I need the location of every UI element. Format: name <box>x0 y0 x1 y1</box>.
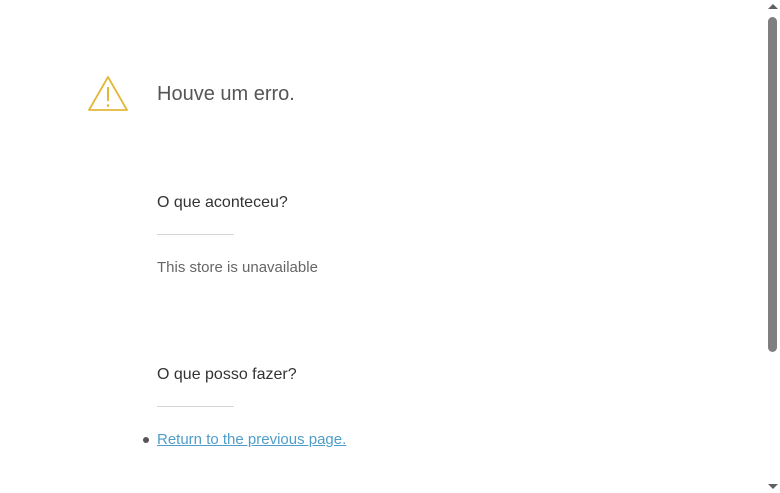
scroll-thumb[interactable] <box>768 17 777 352</box>
action-list: Return to the previous page. <box>141 431 346 449</box>
scroll-down-arrow-icon[interactable] <box>768 484 778 489</box>
error-message: This store is unavailable <box>157 259 318 276</box>
bullet-icon <box>143 437 149 443</box>
error-page: Houve um erro. O que aconteceu? This sto… <box>0 0 780 493</box>
section-divider <box>157 406 234 407</box>
warning-icon <box>88 76 128 111</box>
vertical-scrollbar[interactable] <box>765 0 780 493</box>
scroll-up-arrow-icon[interactable] <box>768 4 778 9</box>
return-to-previous-page-link[interactable]: Return to the previous page. <box>157 431 346 448</box>
section-divider <box>157 234 234 235</box>
what-can-i-do-heading: O que posso fazer? <box>157 366 297 383</box>
error-title: Houve um erro. <box>157 83 295 105</box>
list-item: Return to the previous page. <box>141 431 346 449</box>
what-happened-heading: O que aconteceu? <box>157 194 288 211</box>
